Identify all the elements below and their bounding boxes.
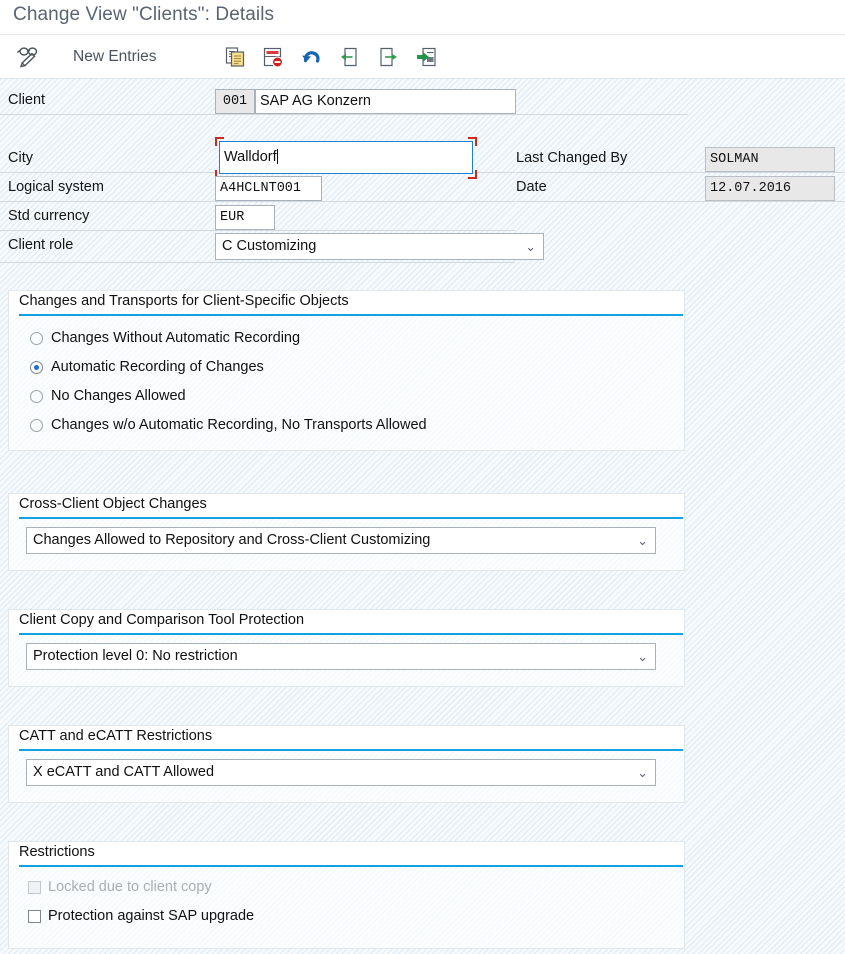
radio-automatic-recording-of-changes[interactable]: Automatic Recording of Changes (30, 356, 264, 378)
radio-no-changes-allowed[interactable]: No Changes Allowed (30, 385, 186, 407)
logical-system-label: Logical system (8, 179, 104, 195)
checkbox-locked-due-to-client-copy: Locked due to client copy (28, 876, 212, 898)
cross-client-value: Changes Allowed to Repository and Cross-… (33, 528, 430, 553)
client-copy-value: Protection level 0: No restriction (33, 644, 238, 669)
panel-restrictions-header: Restrictions (9, 842, 684, 866)
radio-circle-selected-icon (30, 361, 43, 374)
copy-as-icon (221, 43, 249, 71)
client-label: Client (8, 92, 45, 108)
form-area: Client 001 SAP AG Konzern City Walldorf … (0, 79, 845, 954)
city-input-focus-frame: Walldorf (215, 137, 477, 179)
panel-client-specific-title: Changes and Transports for Client-Specif… (19, 293, 349, 309)
chevron-down-icon: ⌄ (637, 528, 648, 553)
checkbox-label: Locked due to client copy (48, 879, 212, 895)
panel-cross-client-rule (19, 517, 683, 519)
chevron-down-icon: ⌄ (525, 234, 536, 259)
std-currency-label: Std currency (8, 208, 89, 224)
page-title: Change View "Clients": Details (13, 4, 274, 26)
next-entry-button[interactable] (374, 35, 402, 79)
radio-label: Changes w/o Automatic Recording, No Tran… (51, 417, 427, 433)
std-currency-input[interactable]: EUR (215, 205, 275, 230)
delete-button[interactable] (259, 35, 287, 79)
panel-client-copy-rule (19, 633, 683, 635)
last-changed-by-value: SOLMAN (705, 147, 835, 172)
date-label: Date (516, 179, 547, 195)
field-row-city: City Walldorf Last Changed By SOLMAN (0, 146, 688, 173)
next-entry-icon (374, 43, 402, 71)
logical-system-input[interactable]: A4HCLNT001 (215, 176, 322, 201)
panel-client-specific-header: Changes and Transports for Client-Specif… (9, 291, 684, 315)
panel-cross-client-title: Cross-Client Object Changes (19, 496, 207, 512)
previous-entry-button[interactable] (336, 35, 364, 79)
client-name-input[interactable]: SAP AG Konzern (255, 89, 516, 114)
panel-catt-rule (19, 749, 683, 751)
panel-restrictions: Restrictions Locked due to client copy P… (8, 841, 685, 949)
undo-button[interactable] (297, 35, 325, 79)
panel-client-specific-rule (19, 314, 683, 316)
checkbox-protection-against-sap-upgrade[interactable]: Protection against SAP upgrade (28, 905, 254, 927)
radio-label: Automatic Recording of Changes (51, 359, 264, 375)
panel-catt-header: CATT and eCATT Restrictions (9, 726, 684, 750)
undo-icon (297, 43, 325, 71)
panel-catt-restrictions: CATT and eCATT Restrictions X eCATT and … (8, 725, 685, 803)
panel-cross-client-header: Cross-Client Object Changes (9, 494, 684, 518)
last-changed-by-label: Last Changed By (516, 150, 627, 166)
display-change-button[interactable] (14, 35, 42, 79)
client-key-input[interactable]: 001 (215, 89, 255, 114)
radio-circle-icon (30, 390, 43, 403)
details-icon (412, 43, 440, 71)
city-input-value: Walldorf (224, 149, 277, 165)
panel-restrictions-rule (19, 865, 683, 867)
panel-restrictions-title: Restrictions (19, 844, 95, 860)
panel-client-copy-protection: Client Copy and Comparison Tool Protecti… (8, 609, 685, 687)
catt-dropdown[interactable]: X eCATT and CATT Allowed ⌄ (26, 759, 656, 786)
radio-changes-wo-automatic-recording-no-transports[interactable]: Changes w/o Automatic Recording, No Tran… (30, 414, 427, 436)
radio-changes-without-automatic-recording[interactable]: Changes Without Automatic Recording (30, 327, 300, 349)
radio-label: No Changes Allowed (51, 388, 186, 404)
application-toolbar: New Entries (0, 35, 845, 79)
text-cursor (277, 149, 278, 164)
cross-client-dropdown[interactable]: Changes Allowed to Repository and Cross-… (26, 527, 656, 554)
panel-client-specific-changes: Changes and Transports for Client-Specif… (8, 290, 685, 451)
glasses-pencil-icon (14, 43, 42, 71)
panel-client-copy-title: Client Copy and Comparison Tool Protecti… (19, 612, 304, 628)
copy-as-button[interactable] (221, 35, 249, 79)
new-entries-label: New Entries (73, 48, 157, 66)
field-row-client-role: Client role C Customizing ⌄ (0, 233, 688, 263)
new-entries-button[interactable]: New Entries (73, 35, 157, 79)
delete-icon (259, 43, 287, 71)
details-button[interactable] (412, 35, 440, 79)
panel-catt-title: CATT and eCATT Restrictions (19, 728, 212, 744)
previous-entry-icon (336, 43, 364, 71)
client-role-value: C Customizing (222, 234, 316, 259)
radio-label: Changes Without Automatic Recording (51, 330, 300, 346)
client-role-dropdown[interactable]: C Customizing ⌄ (215, 233, 544, 260)
city-label: City (8, 150, 33, 166)
panel-client-copy-header: Client Copy and Comparison Tool Protecti… (9, 610, 684, 634)
client-role-label: Client role (8, 237, 73, 253)
client-copy-dropdown[interactable]: Protection level 0: No restriction ⌄ (26, 643, 656, 670)
catt-value: X eCATT and CATT Allowed (33, 760, 214, 785)
checkbox-box-icon (28, 910, 41, 923)
checkbox-label: Protection against SAP upgrade (48, 908, 254, 924)
field-row-client: Client 001 SAP AG Konzern (0, 88, 688, 115)
checkbox-box-icon (28, 881, 41, 894)
chevron-down-icon: ⌄ (637, 760, 648, 785)
field-row-std-currency: Std currency EUR (0, 204, 688, 231)
window-title-bar: Change View "Clients": Details (0, 0, 845, 35)
city-input[interactable]: Walldorf (219, 141, 473, 174)
panel-cross-client-object-changes: Cross-Client Object Changes Changes Allo… (8, 493, 685, 571)
date-value: 12.07.2016 (705, 176, 835, 201)
sap-client-details-screen: Change View "Clients": Details New Entri… (0, 0, 845, 954)
radio-circle-icon (30, 419, 43, 432)
radio-circle-icon (30, 332, 43, 345)
chevron-down-icon: ⌄ (637, 644, 648, 669)
field-row-logical-system: Logical system A4HCLNT001 Date 12.07.201… (0, 175, 688, 202)
